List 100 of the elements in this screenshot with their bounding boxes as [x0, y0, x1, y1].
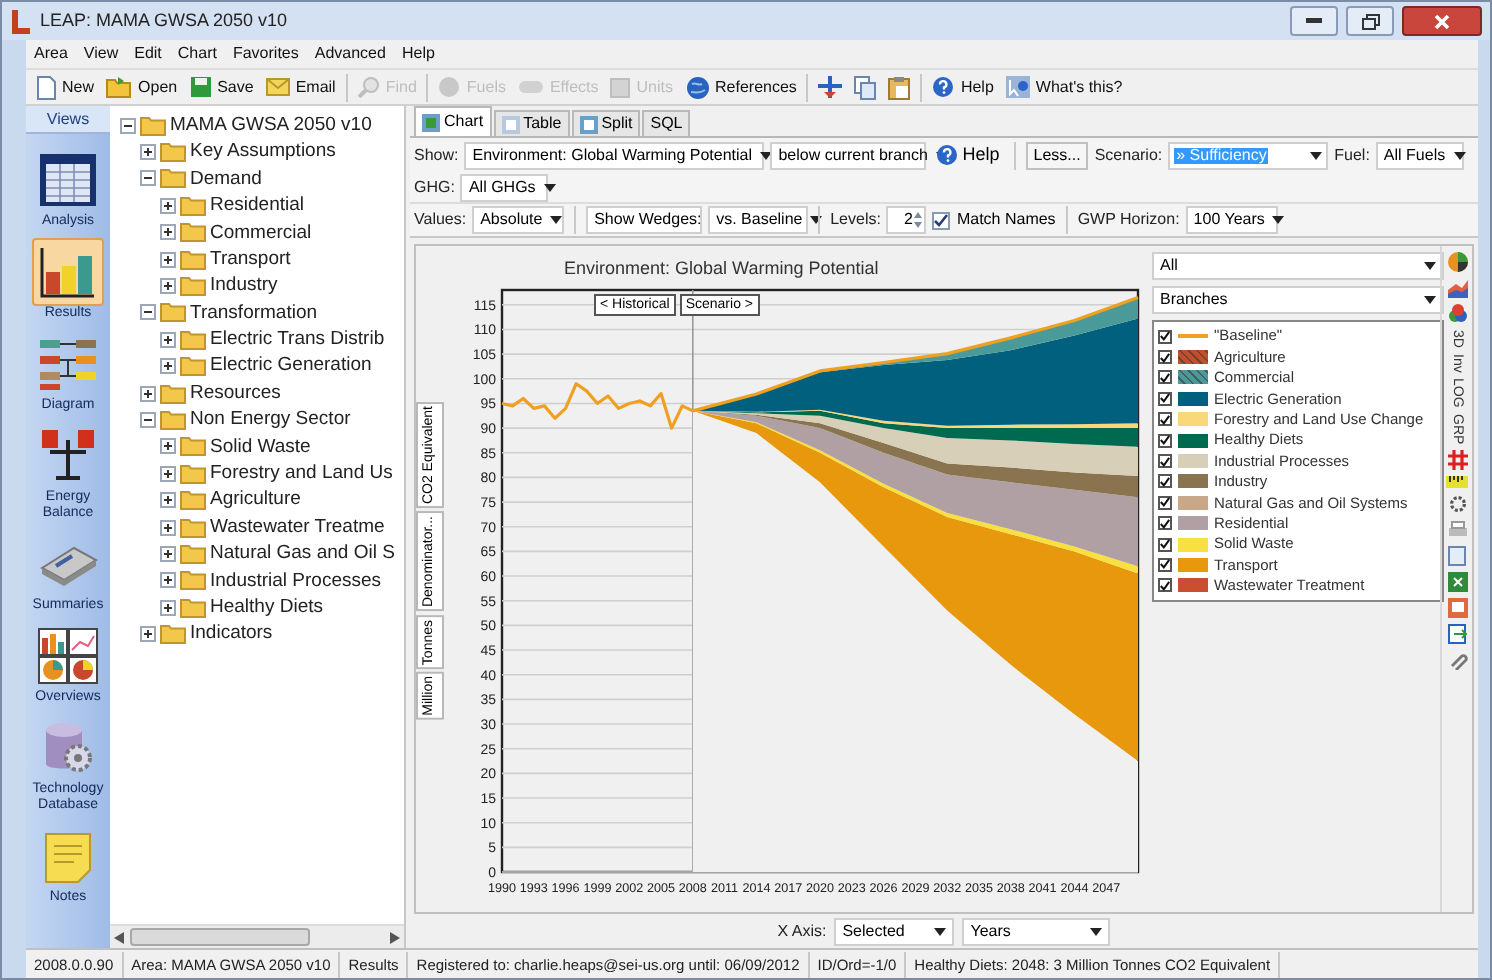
menu-item[interactable]: Chart: [177, 42, 217, 66]
dropdown[interactable]: Branches: [1152, 286, 1444, 314]
tree-item[interactable]: Key Assumptions: [190, 142, 336, 162]
scroll-right-icon[interactable]: [390, 931, 400, 943]
spreadsheet-icon[interactable]: [1447, 572, 1467, 593]
expand-icon[interactable]: [160, 438, 176, 455]
menu-item[interactable]: View: [83, 42, 119, 66]
view-tab[interactable]: Table: [493, 110, 570, 136]
expand-icon[interactable]: [160, 519, 176, 536]
scrollbar-thumb[interactable]: [130, 928, 310, 946]
levels-spinner[interactable]: 2: [886, 206, 927, 234]
legend-checkbox[interactable]: [1158, 329, 1172, 344]
expand-icon[interactable]: [140, 144, 156, 161]
dropdown[interactable]: Show Wedges:: [586, 206, 703, 234]
help-button[interactable]: Help: [932, 141, 1004, 169]
tree-item[interactable]: Non Energy Sector: [190, 410, 351, 430]
expand-icon[interactable]: [160, 358, 176, 375]
spinner-arrows-icon[interactable]: [914, 210, 923, 230]
tree-item[interactable]: Solid Waste: [210, 437, 311, 457]
legend-checkbox[interactable]: [1158, 454, 1172, 469]
legend-checkbox[interactable]: [1158, 516, 1172, 531]
slides-icon[interactable]: [1447, 598, 1467, 619]
dropdown[interactable]: Selected: [834, 917, 955, 945]
view-tab[interactable]: Chart: [414, 106, 492, 136]
dropdown[interactable]: All: [1152, 252, 1444, 280]
tree-item[interactable]: Indicators: [190, 624, 273, 644]
legend-checkbox[interactable]: [1158, 412, 1172, 427]
toolbar-button[interactable]: Save: [183, 72, 260, 102]
tree-item[interactable]: Healthy Diets: [210, 597, 323, 617]
scroll-left-icon[interactable]: [114, 931, 124, 943]
tree-item[interactable]: Forestry and Land Us: [210, 464, 393, 484]
legend-checkbox[interactable]: [1158, 578, 1172, 593]
expand-icon[interactable]: [160, 224, 176, 241]
tree-item[interactable]: Commercial: [210, 223, 312, 242]
tree-item[interactable]: Electric Trans Distrib: [210, 330, 385, 350]
toolbar-button[interactable]: References: [679, 72, 803, 102]
tree-item[interactable]: Resources: [190, 383, 281, 403]
toolbar-button[interactable]: Email: [259, 72, 342, 102]
expand-icon[interactable]: [140, 385, 156, 402]
expand-icon[interactable]: [160, 251, 176, 268]
dropdown[interactable]: Years: [962, 917, 1111, 945]
dropdown[interactable]: Absolute: [472, 206, 565, 234]
maximize-button[interactable]: [1346, 6, 1394, 36]
legend-checkbox[interactable]: [1158, 495, 1172, 510]
pie-chart-icon[interactable]: [1447, 252, 1467, 272]
expand-icon[interactable]: [160, 278, 176, 295]
menu-item[interactable]: Favorites: [232, 42, 299, 66]
legend-checkbox[interactable]: [1158, 474, 1172, 489]
tree-item[interactable]: Residential: [210, 196, 304, 216]
collapse-icon[interactable]: [140, 411, 156, 428]
expand-icon[interactable]: [140, 626, 156, 643]
view-tab[interactable]: Split: [571, 110, 641, 136]
ruler-icon[interactable]: [1446, 476, 1468, 489]
expand-icon[interactable]: [160, 599, 176, 616]
close-button[interactable]: [1402, 6, 1482, 36]
dropdown[interactable]: Environment: Global Warming Potential: [464, 141, 765, 169]
expand-icon[interactable]: [160, 465, 176, 482]
tree-item[interactable]: Wastewater Treatme: [210, 517, 385, 537]
menu-item[interactable]: Area: [34, 42, 68, 66]
dropdown[interactable]: 100 Years: [1185, 206, 1278, 234]
expand-icon[interactable]: [160, 492, 176, 509]
expand-icon[interactable]: [160, 197, 176, 214]
paperclip-icon[interactable]: [1447, 650, 1467, 671]
tree-item[interactable]: Industry: [210, 276, 278, 296]
legend-checkbox[interactable]: [1158, 391, 1172, 406]
toolbar-button[interactable]: Open: [100, 72, 184, 102]
menu-item[interactable]: Help: [401, 42, 435, 66]
expand-icon[interactable]: [160, 331, 176, 348]
legend-checkbox[interactable]: [1158, 350, 1172, 365]
tree-item[interactable]: MAMA GWSA 2050 v10: [170, 115, 372, 135]
hash-icon[interactable]: [1447, 450, 1467, 471]
tree-item[interactable]: Industrial Processes: [210, 571, 382, 591]
toolbar-button[interactable]: New: [30, 72, 101, 102]
tree-item[interactable]: Demand: [190, 169, 262, 189]
view-button[interactable]: [32, 238, 104, 306]
view-tab[interactable]: SQL: [642, 110, 691, 136]
legend-checkbox[interactable]: [1158, 370, 1172, 385]
dropdown[interactable]: All Fuels: [1375, 141, 1464, 169]
document-icon[interactable]: [1448, 546, 1466, 567]
minimize-button[interactable]: [1290, 6, 1338, 36]
expand-icon[interactable]: [160, 572, 176, 589]
less-button[interactable]: Less...: [1025, 141, 1089, 169]
toolbar-button[interactable]: Help: [926, 72, 1000, 102]
legend-checkbox[interactable]: [1158, 537, 1172, 552]
expand-icon[interactable]: [160, 545, 176, 562]
collapse-icon[interactable]: [140, 304, 156, 321]
tree-item[interactable]: Agriculture: [210, 490, 301, 510]
horizontal-scrollbar[interactable]: [110, 924, 404, 948]
collapse-icon[interactable]: [120, 117, 136, 134]
menu-item[interactable]: Advanced: [314, 42, 386, 66]
tree-item[interactable]: Electric Generation: [210, 356, 372, 376]
view-button[interactable]: [32, 622, 104, 690]
legend-checkbox[interactable]: [1158, 557, 1172, 572]
color-circles-icon[interactable]: [1447, 304, 1467, 324]
legend-checkbox[interactable]: [1158, 433, 1172, 448]
gear-icon[interactable]: [1447, 494, 1467, 515]
export-icon[interactable]: [1447, 624, 1467, 645]
area-chart-icon[interactable]: [1447, 278, 1467, 298]
match-names-checkbox[interactable]: [932, 211, 951, 229]
menu-item[interactable]: Edit: [134, 42, 162, 66]
